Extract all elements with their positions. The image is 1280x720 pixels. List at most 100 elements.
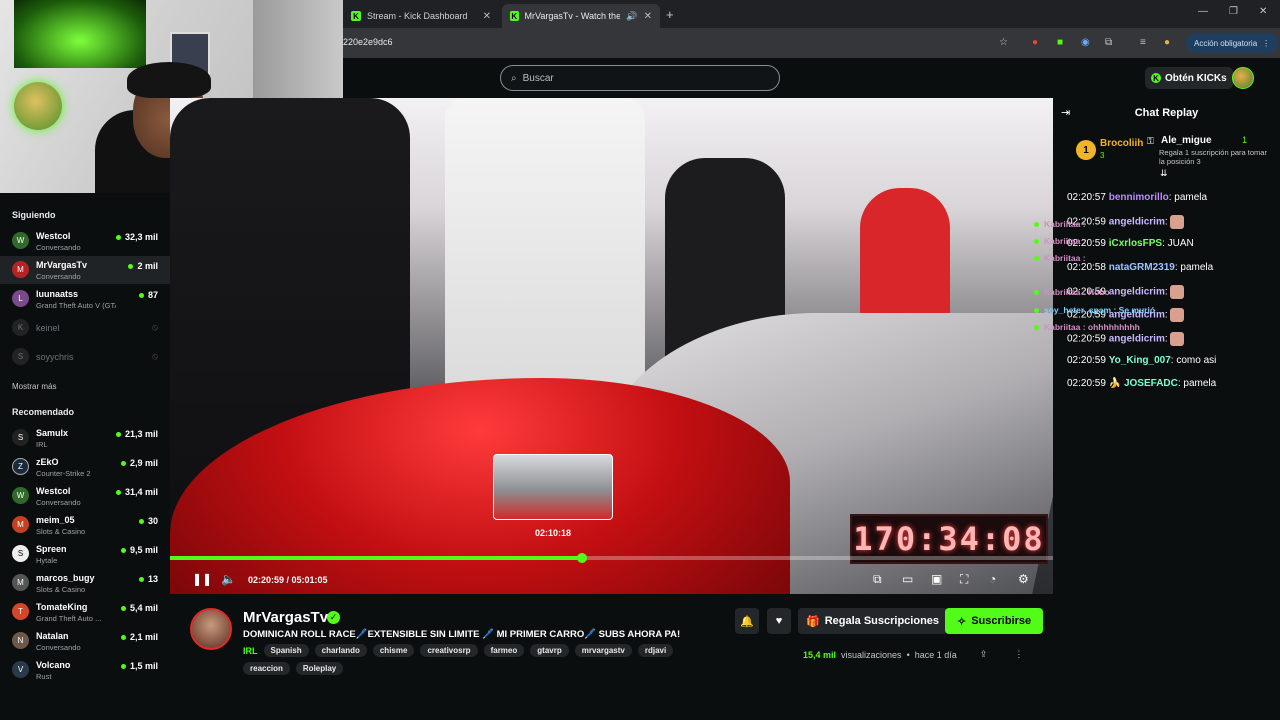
sidebar-channel-westcol[interactable]: W Westcol Conversando 32,3 mil [0,227,170,255]
viewer-count: 31,4 mil [116,487,158,497]
emote-icon [1170,308,1185,322]
extension-audio-icon[interactable]: ◉ [1081,37,1090,48]
tag[interactable]: chisme [372,644,415,657]
chat-message: 02:20:57 bennimorillo: pamela [1067,192,1208,203]
sidebar-channel-samulx[interactable]: S Samulx IRL 21,3 mil [0,424,170,452]
sidebar-channel-mrvargastv[interactable]: M MrVargasTv Conversando 2 mil [0,256,170,284]
clip-icon[interactable]: ⧉ [873,572,882,587]
close-tab-icon[interactable]: ✕ [483,11,491,22]
stream-overlay-chat-line: Kabriitaa : [1034,236,1086,246]
sidebar-channel-westcol-2[interactable]: W Westcol Conversando 31,4 mil [0,482,170,510]
channel-name[interactable]: MrVargasTv [243,609,328,626]
progress-bar[interactable] [170,553,1053,563]
tag[interactable]: gtavrp [530,644,569,657]
user-avatar[interactable] [1232,67,1254,89]
sidebar-channel-meim-05[interactable]: M meim_05 Slots & Casino 30 [0,511,170,539]
extensions-puzzle-icon[interactable]: ⧉ [1105,37,1112,48]
tag[interactable]: Roleplay [295,662,344,675]
tag[interactable]: charlando [314,644,367,657]
site-header: ⌕ Buscar K Obtén KICKs [343,58,1280,98]
new-tab-icon[interactable]: + [666,7,674,22]
reading-list-icon[interactable]: ≡ [1140,37,1146,48]
channel-avatar[interactable] [190,608,232,650]
subscribe-button[interactable]: ✧ Suscribirse [945,608,1044,634]
video-player[interactable]: 170:34:08 02:10:18 ❚❚ 🔈 02:20:59 / 05:01… [170,98,1053,594]
tag[interactable]: Spanish [263,644,309,657]
sidebar-channel-keinel[interactable]: K keinel ⦸ [0,314,170,342]
tab-kick-dashboard[interactable]: K Stream - Kick Dashboard ✕ [343,4,499,28]
gift-subs-button[interactable]: 🎁 Regala Suscripciones [798,608,948,634]
playback-speed-icon[interactable]: ◔ [989,572,996,586]
vod-age: hace 1 día [914,649,957,660]
emote-icon [1170,215,1185,229]
sidebar-channel-marcos-bugy[interactable]: M marcos_bugy Slots & Casino 13 [0,569,170,597]
pip-icon[interactable]: ▣ [931,572,942,586]
settings-gear-icon[interactable]: ⚙ [1018,572,1029,586]
avatar: T [12,603,29,620]
sidebar-channel-tomateking[interactable]: T TomateKing Grand Theft Auto ... 5,4 mi… [0,598,170,626]
seek-preview-time: 02:10:18 [535,528,572,538]
notifications-bell-button[interactable]: 🔔 [735,608,759,634]
theater-mode-icon[interactable]: ▭ [902,572,913,586]
get-kicks-button[interactable]: K Obtén KICKs [1145,67,1233,89]
stream-overlay-chat-line: soy_heter_spam : Se murió [1034,305,1155,315]
fullscreen-icon[interactable]: ⛶ [960,572,968,587]
mascot-logo [14,82,62,130]
avatar: N [12,632,29,649]
close-window-icon[interactable]: ✕ [1259,6,1267,17]
show-more-link[interactable]: Mostrar más [12,382,56,391]
pause-icon[interactable]: ❚❚ [192,572,212,586]
avatar: S [12,348,29,365]
avatar: M [12,516,29,533]
sidebar-channel-luunaatss[interactable]: L luunaatss Grand Theft Auto V (GTA) 87 [0,285,170,313]
gift-icon: 🎁 [806,615,820,628]
sidebar-channel-soyychris[interactable]: S soyychris ⦸ [0,343,170,371]
banana-emoji-icon: 🍌 [1108,378,1122,389]
avatar: M [12,261,29,278]
more-options-icon[interactable]: ⋮ [1014,649,1023,660]
tag[interactable]: rdjavi [637,644,674,657]
tag[interactable]: reaccion [243,662,290,675]
speaker-icon[interactable]: 🔊 [626,11,637,22]
url-text[interactable]: 220e2e9dc6 [343,37,393,47]
tag[interactable]: farmeo [483,644,525,657]
sidebar-channel-zeko[interactable]: Z zEkO Counter-Strike 2 2,9 mil [0,453,170,481]
bookmark-star-icon[interactable]: ☆ [999,37,1008,48]
viewer-count: 1,5 mil [121,661,158,671]
volume-icon[interactable]: 🔈 [221,572,236,586]
recommended-title: Recomendado [12,407,75,417]
sidebar-channel-spreen[interactable]: S Spreen Hytale 9,5 mil [0,540,170,568]
extension-record-icon[interactable]: ● [1032,37,1038,48]
viewer-count: 2,1 mil [121,632,158,642]
sidebar: Siguiendo W Westcol Conversando 32,3 mil… [0,193,170,720]
minimize-icon[interactable]: — [1198,6,1208,17]
sidebar-channel-natalan[interactable]: N Natalan Conversando 2,1 mil [0,627,170,655]
category-link[interactable]: IRL [243,644,258,657]
close-tab-icon[interactable]: ✕ [644,11,652,22]
action-required-button[interactable]: Acción obligatoria ⋮ [1186,33,1279,53]
extension-kick-icon[interactable]: ■ [1057,37,1063,48]
streamer-hair [127,62,211,98]
follow-heart-button[interactable]: ♥ [767,608,791,634]
viewer-count: 9,5 mil [121,545,158,555]
avatar: M [12,574,29,591]
verified-badge-icon: ✓ [327,611,340,624]
heart-icon: ♥ [775,615,783,627]
offline-icon: ⦸ [152,322,158,332]
share-icon[interactable]: ⇪ [980,649,988,660]
tab-mrvargastv[interactable]: K MrVargasTv - Watch the VO 🔊 ✕ [502,4,660,28]
tag[interactable]: mrvargastv [574,644,632,657]
search-input[interactable]: ⌕ Buscar [500,65,780,91]
maximize-icon[interactable]: ❐ [1229,6,1238,17]
gift-leaderboard: 1 Brocoliih 3 ⚿ Ale_migue 1 Regala 1 sus… [1053,128,1280,180]
avatar: W [12,487,29,504]
gift-position-note: Regala 1 suscripción para tomar la posic… [1159,148,1267,166]
expand-leaderboard-icon[interactable]: ⇊ [1160,168,1168,179]
profile-avatar-icon[interactable]: ● [1164,37,1170,48]
sidebar-channel-volcano[interactable]: V Volcano Rust 1,5 mil [0,656,170,684]
emote-icon [1170,332,1185,346]
green-neon-sign [14,0,146,68]
tag[interactable]: creativosrp [420,644,478,657]
top-gifter-name: Brocoliih [1100,138,1144,149]
following-title: Siguiendo [12,210,56,220]
